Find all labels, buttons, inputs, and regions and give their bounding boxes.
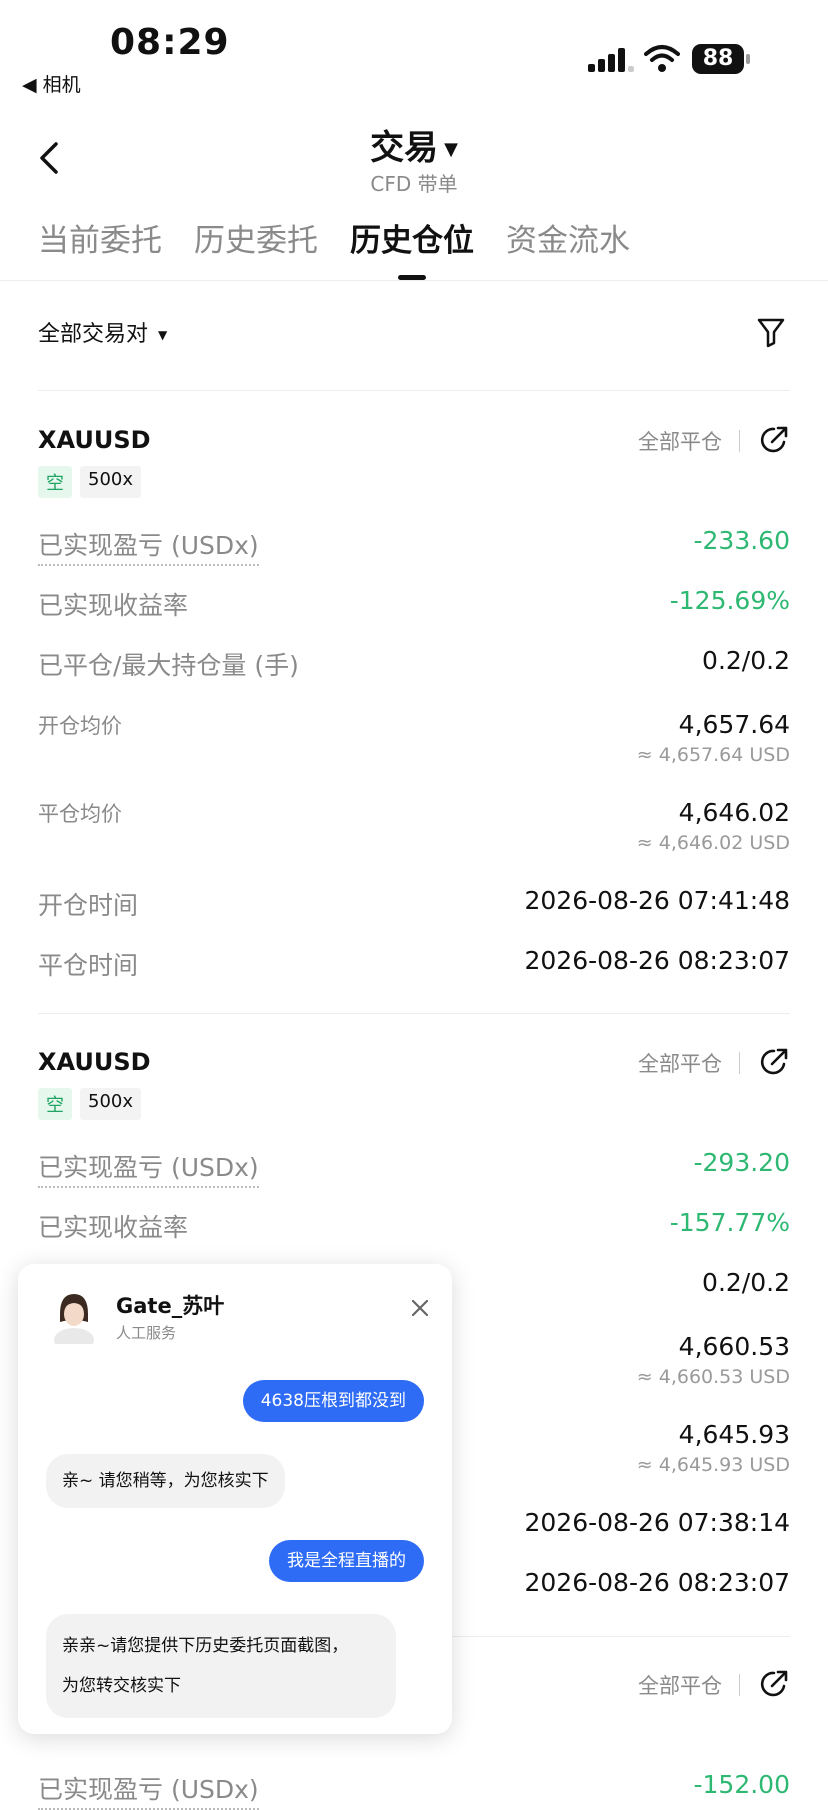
open-avg-usd: ≈ 4,660.53 USD bbox=[636, 1366, 790, 1388]
tab-current-orders[interactable]: 当前委托 bbox=[38, 218, 162, 278]
open-avg-value: 4,660.53 bbox=[678, 1332, 790, 1361]
closed-max-value: 0.2/0.2 bbox=[702, 1268, 790, 1297]
close-icon[interactable] bbox=[410, 1298, 430, 1318]
separator bbox=[739, 1052, 740, 1074]
open-avg-usd: ≈ 4,657.64 USD bbox=[636, 744, 790, 766]
chat-message-agent: 亲~ 请您稍等，为您核实下 bbox=[46, 1454, 285, 1508]
tab-fund-flow[interactable]: 资金流水 bbox=[506, 218, 630, 278]
filter-icon[interactable] bbox=[756, 316, 786, 348]
chat-message-user: 4638压根到都没到 bbox=[242, 1380, 424, 1422]
pair-filter-label: 全部交易对 bbox=[38, 322, 149, 347]
agent-name: Gate_苏叶 bbox=[116, 1294, 225, 1318]
chat-message-line: 为您转交核实下 bbox=[62, 1676, 181, 1696]
agent-avatar bbox=[54, 1294, 94, 1344]
realized-rate-label: 已实现收益率 bbox=[38, 591, 189, 620]
page-subtitle: CFD 带单 bbox=[370, 172, 458, 196]
position-card: XAUUSD 全部平仓 空 500x 已实现盈亏 (USDx) -233.60 … bbox=[38, 426, 790, 986]
page-title[interactable]: 交易 ▼ bbox=[0, 120, 828, 169]
support-chat-popup[interactable]: Gate_苏叶 人工服务 4638压根到都没到 亲~ 请您稍等，为您核实下 我是… bbox=[18, 1264, 452, 1734]
closed-max-value: 0.2/0.2 bbox=[702, 646, 790, 675]
close-time-label: 平仓时间 bbox=[38, 951, 139, 980]
pair-filter-dropdown[interactable]: 全部交易对 ▼ bbox=[38, 316, 167, 348]
wifi-icon bbox=[644, 45, 680, 72]
open-avg-value: 4,657.64 bbox=[678, 710, 790, 739]
close-avg-label: 平仓均价 bbox=[38, 802, 122, 826]
close-avg-usd: ≈ 4,646.02 USD bbox=[636, 832, 790, 854]
share-icon[interactable] bbox=[758, 1668, 790, 1700]
share-icon[interactable] bbox=[758, 1046, 790, 1078]
realized-rate-value: -125.69% bbox=[669, 586, 790, 615]
caret-down-icon: ▼ bbox=[158, 328, 168, 342]
status-time: 08:29 bbox=[110, 22, 230, 63]
close-all-button[interactable]: 全部平仓 bbox=[638, 1670, 722, 1700]
section-divider bbox=[38, 390, 790, 391]
battery-level: 88 bbox=[692, 44, 744, 74]
open-time-value: 2026-08-26 07:38:14 bbox=[524, 1508, 790, 1537]
open-avg-label: 开仓均价 bbox=[38, 714, 122, 738]
tab-position-history[interactable]: 历史仓位 bbox=[350, 218, 474, 280]
position-symbol: XAUUSD bbox=[38, 426, 151, 454]
leverage-badge: 500x bbox=[80, 1088, 142, 1120]
close-time-value: 2026-08-26 08:23:07 bbox=[524, 1568, 790, 1597]
page-title-text: 交易 bbox=[370, 128, 439, 168]
realized-pnl-value: -152.00 bbox=[693, 1770, 791, 1799]
separator bbox=[739, 430, 740, 452]
chevron-down-icon: ▼ bbox=[444, 139, 458, 160]
close-avg-usd: ≈ 4,645.93 USD bbox=[636, 1454, 790, 1476]
open-time-label: 开仓时间 bbox=[38, 891, 139, 920]
direction-badge: 空 bbox=[38, 1088, 72, 1120]
battery-indicator: 88 bbox=[692, 44, 752, 76]
closed-max-label: 已平仓/最大持仓量 (手) bbox=[38, 651, 299, 680]
tab-order-history[interactable]: 历史委托 bbox=[194, 218, 318, 278]
chat-message-agent: 亲亲~请您提供下历史委托页面截图， 为您转交核实下 bbox=[46, 1614, 396, 1718]
tab-bar: 当前委托 历史委托 历史仓位 资金流水 bbox=[38, 218, 662, 280]
tabs-divider bbox=[0, 280, 828, 281]
close-avg-value: 4,646.02 bbox=[678, 798, 790, 827]
close-all-button[interactable]: 全部平仓 bbox=[638, 426, 722, 456]
chat-message-line: 亲亲~请您提供下历史委托页面截图， bbox=[62, 1636, 349, 1656]
close-all-button[interactable]: 全部平仓 bbox=[638, 1048, 722, 1078]
close-time-value: 2026-08-26 08:23:07 bbox=[524, 946, 790, 975]
realized-pnl-label[interactable]: 已实现盈亏 (USDx) bbox=[38, 1770, 259, 1810]
close-avg-value: 4,645.93 bbox=[678, 1420, 790, 1449]
realized-pnl-value: -293.20 bbox=[693, 1148, 791, 1177]
realized-rate-value: -157.77% bbox=[669, 1208, 790, 1237]
realized-pnl-label[interactable]: 已实现盈亏 (USDx) bbox=[38, 526, 259, 566]
direction-badge: 空 bbox=[38, 466, 72, 498]
realized-pnl-value: -233.60 bbox=[693, 526, 791, 555]
share-icon[interactable] bbox=[758, 424, 790, 456]
realized-rate-label: 已实现收益率 bbox=[38, 1213, 189, 1242]
section-divider bbox=[38, 1013, 790, 1014]
realized-pnl-label[interactable]: 已实现盈亏 (USDx) bbox=[38, 1148, 259, 1188]
position-symbol: XAUUSD bbox=[38, 1048, 151, 1076]
open-time-value: 2026-08-26 07:41:48 bbox=[524, 886, 790, 915]
chat-message-user: 我是全程直播的 bbox=[269, 1540, 424, 1582]
cellular-signal-icon bbox=[588, 48, 634, 72]
separator bbox=[739, 1674, 740, 1696]
leverage-badge: 500x bbox=[80, 466, 142, 498]
agent-role: 人工服务 bbox=[116, 1324, 177, 1342]
back-to-app-link[interactable]: ◀ 相机 bbox=[22, 70, 81, 97]
